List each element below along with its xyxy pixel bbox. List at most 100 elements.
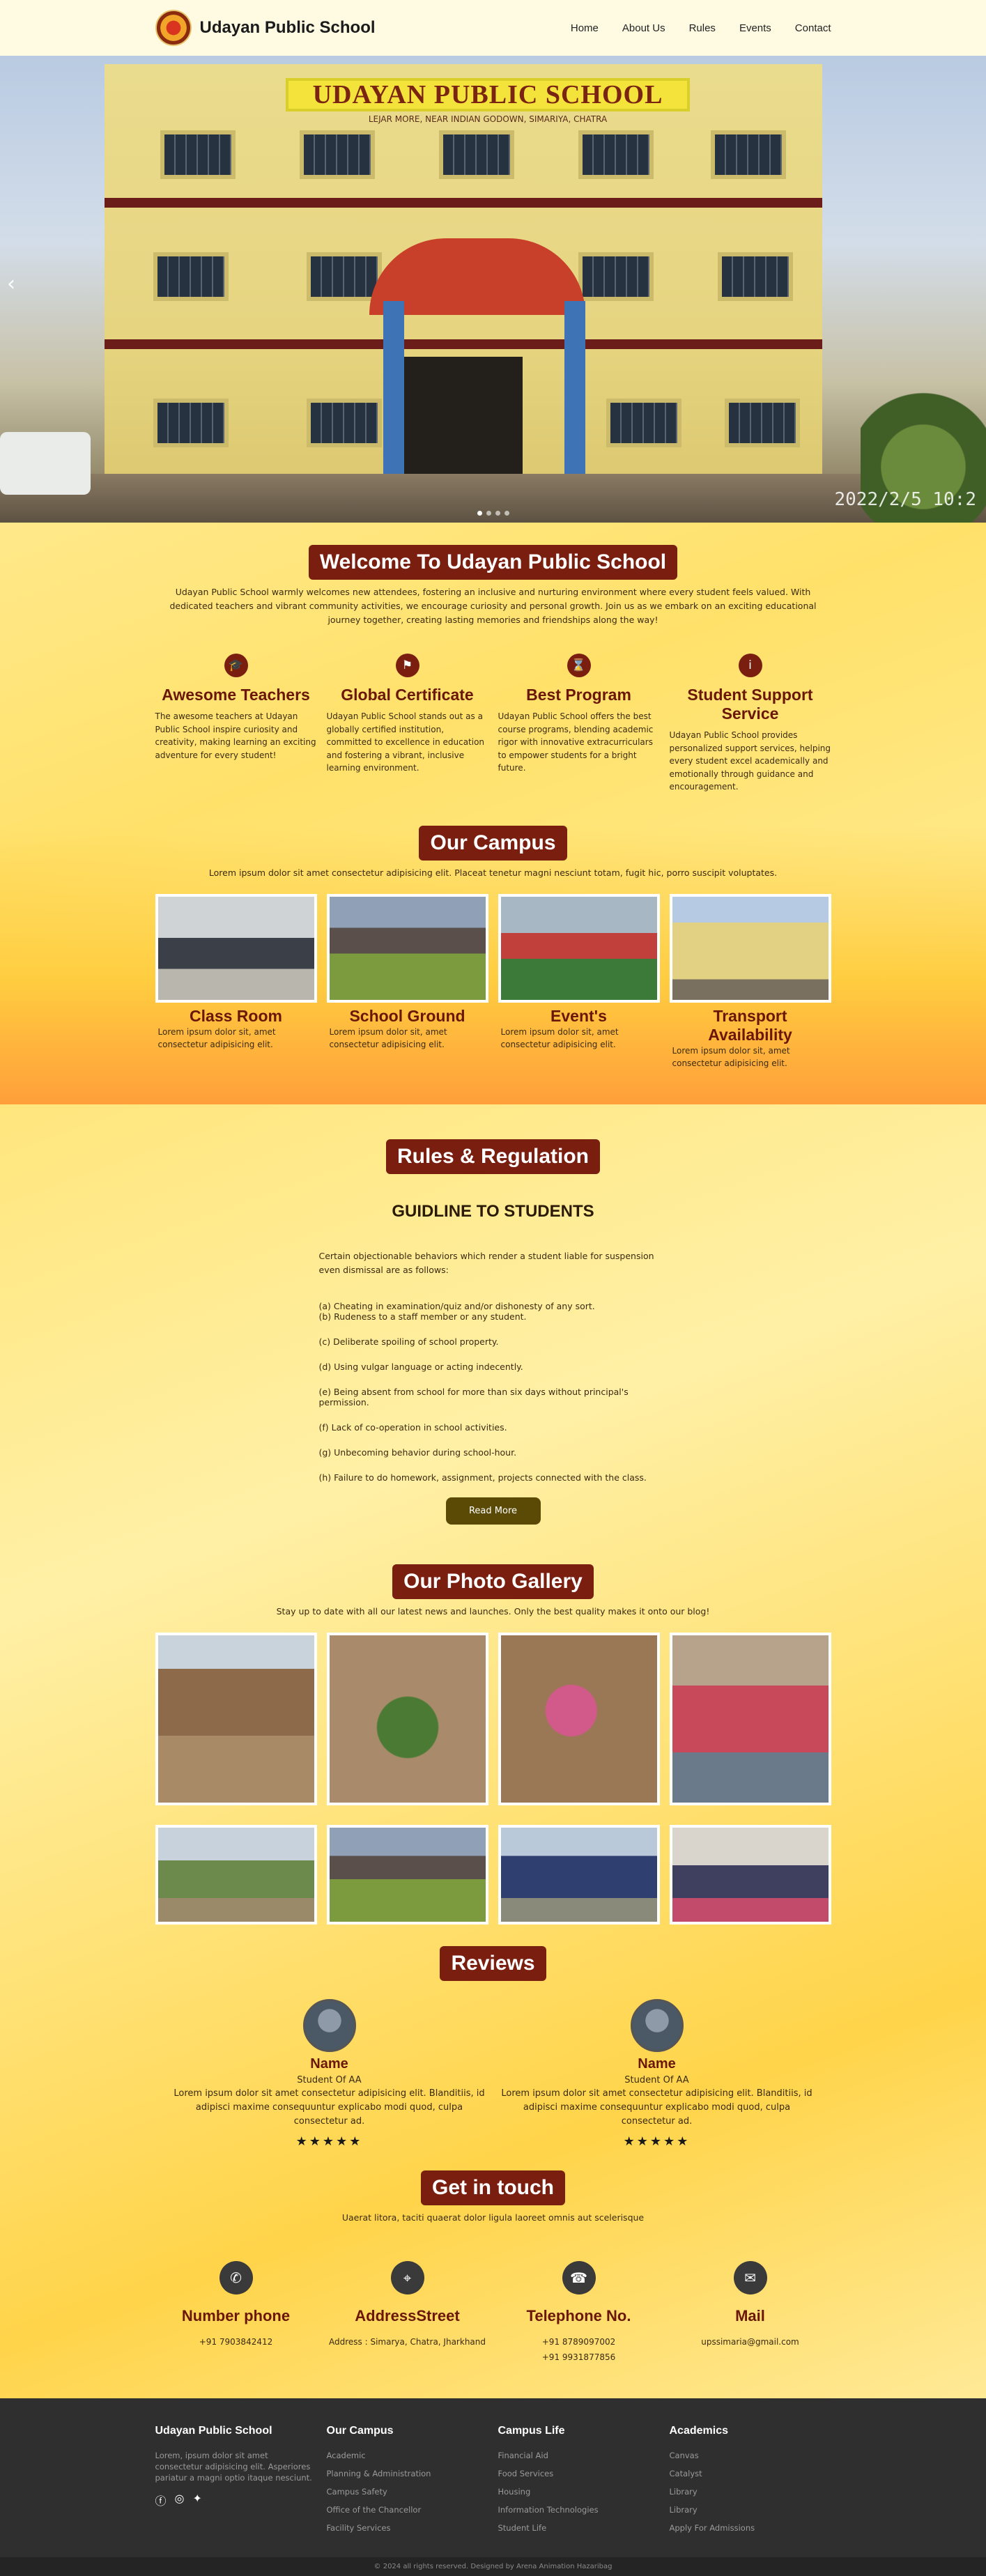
nav-about[interactable]: About Us (622, 22, 665, 34)
footer-link[interactable]: Planning & Administration (327, 2468, 488, 2479)
contact-telephone[interactable]: +91 8789097002 (542, 2337, 616, 2347)
rule-item: (b) Rudeness to a staff member or any st… (318, 1311, 527, 1322)
campus-card-text: Lorem ipsum dolor sit, amet consectetur … (500, 1027, 619, 1049)
footer-col-campus-life: Campus Life Financial Aid Food Services … (498, 2425, 660, 2540)
footer-col-campus: Our Campus Academic Planning & Administr… (327, 2425, 488, 2540)
rules-list: (a) Cheating in examination/quiz and/or … (319, 1301, 668, 1483)
window (606, 399, 681, 447)
contact-text: Uaerat litora, taciti quaerat dolor ligu… (341, 2212, 645, 2223)
reviewer-avatar (630, 1999, 684, 2052)
copyright: © 2024 all rights reserved. Designed by … (0, 2557, 986, 2576)
gallery-photo[interactable] (326, 1825, 488, 1925)
nav-contact[interactable]: Contact (795, 22, 831, 34)
footer-link[interactable]: Facility Services (327, 2522, 488, 2533)
reviewer-avatar (302, 1999, 356, 2052)
phone-icon: ✆ (219, 2261, 253, 2295)
campus-card[interactable]: Class Room Lorem ipsum dolor sit, amet c… (155, 894, 317, 1070)
graduation-cap-icon: 🎓 (224, 654, 248, 677)
campus-card-text: Lorem ipsum dolor sit, amet consectetur … (157, 1027, 276, 1049)
footer-link[interactable]: Library (670, 2486, 831, 2497)
carousel-dot[interactable] (504, 511, 509, 516)
campus-card[interactable]: School Ground Lorem ipsum dolor sit, ame… (326, 894, 488, 1070)
transport-photo (669, 894, 831, 1003)
instagram-icon[interactable]: ◎ (175, 2492, 185, 2508)
facebook-icon[interactable]: ⓕ (155, 2492, 167, 2508)
window (711, 130, 786, 179)
window (160, 130, 236, 179)
carousel-dot[interactable] (486, 511, 491, 516)
contact-email[interactable]: upssimaria@gmail.com (701, 2337, 799, 2347)
window (578, 252, 654, 301)
building-sign-address: LEJAR MORE, NEAR INDIAN GODOWN, SIMARIYA… (368, 114, 608, 124)
gallery-photo[interactable] (498, 1825, 660, 1925)
window (307, 399, 382, 447)
footer-link[interactable]: Financial Aid (498, 2450, 660, 2461)
gallery-photo[interactable] (669, 1825, 831, 1925)
window (578, 130, 654, 179)
read-more-button[interactable]: Read More (445, 1497, 541, 1525)
nav-home[interactable]: Home (571, 22, 599, 34)
reviews-title: Reviews (440, 1946, 546, 1981)
gallery-photo[interactable] (155, 1825, 317, 1925)
footer-link[interactable]: Food Services (498, 2468, 660, 2479)
carousel-dot[interactable] (495, 511, 500, 516)
contact-item-title: Telephone No. (526, 2307, 631, 2324)
feature-text: Udayan Public School offers the best cou… (498, 711, 654, 773)
footer-about: Udayan Public School Lorem, ipsum dolor … (155, 2425, 317, 2540)
reviewer-role: Student Of AA (624, 2075, 689, 2085)
campus-card-title: Transport Availability (708, 1007, 792, 1044)
welcome-text: Udayan Public School warmly welcomes new… (169, 587, 817, 625)
contact-section: Get in touch Uaerat litora, taciti quaer… (0, 2157, 986, 2398)
twitter-icon[interactable]: ✦ (192, 2492, 201, 2508)
nav-events[interactable]: Events (739, 22, 771, 34)
window (439, 130, 514, 179)
footer-link[interactable]: Information Technologies (498, 2504, 660, 2515)
gallery-photo[interactable] (498, 1633, 660, 1805)
floor-band (105, 339, 822, 349)
footer-link[interactable]: Office of the Chancellor (327, 2504, 488, 2515)
reviewer-name: Name (638, 2056, 676, 2072)
feature-text: Udayan Public School stands out as a glo… (326, 711, 485, 773)
reviewer-name: Name (310, 2056, 348, 2072)
carousel-prev-icon[interactable]: ‹ (7, 272, 15, 296)
footer-link[interactable]: Academic (327, 2450, 488, 2461)
contact-item: ⌖ AddressStreet Address : Simarya, Chatr… (327, 2261, 488, 2365)
feature-item: ⚑ Global Certificate Udayan Public Schoo… (327, 654, 488, 794)
feature-title: Best Program (526, 686, 631, 704)
rule-item: (e) Being absent from school for more th… (318, 1387, 629, 1407)
footer-link[interactable]: Student Life (498, 2522, 660, 2533)
contact-item-title: Mail (735, 2307, 765, 2324)
floor-band (105, 198, 822, 208)
footer-link[interactable]: Catalyst (670, 2468, 831, 2479)
campus-card[interactable]: Transport Availability Lorem ipsum dolor… (669, 894, 831, 1070)
footer-link[interactable]: Library (670, 2504, 831, 2515)
events-photo (498, 894, 660, 1003)
hero-carousel: UDAYAN PUBLIC SCHOOL LEJAR MORE, NEAR IN… (0, 56, 986, 523)
contact-item-title: AddressStreet (355, 2307, 460, 2324)
rule-item: (g) Unbecoming behavior during school-ho… (318, 1447, 517, 1458)
footer-link[interactable]: Canvas (670, 2450, 831, 2461)
campus-card[interactable]: Event's Lorem ipsum dolor sit, amet cons… (498, 894, 660, 1070)
campus-title: Our Campus (419, 826, 567, 861)
gallery-photo[interactable] (326, 1633, 488, 1805)
contact-telephone[interactable]: +91 9931877856 (542, 2352, 616, 2362)
gallery-photo[interactable] (669, 1633, 831, 1805)
nav-rules[interactable]: Rules (689, 22, 716, 34)
campus-card-text: Lorem ipsum dolor sit, amet consectetur … (329, 1027, 447, 1049)
brand[interactable]: Udayan Public School (155, 10, 376, 46)
review-text: Lorem ipsum dolor sit amet consectetur a… (501, 2088, 812, 2127)
rules-heading: GUIDLINE TO STUDENTS (392, 1202, 594, 1221)
gallery-section: Our Photo Gallery Stay up to date with a… (0, 1536, 986, 1927)
footer-link[interactable]: Apply For Admissions (670, 2522, 831, 2533)
footer-link[interactable]: Housing (498, 2486, 660, 2497)
window (725, 399, 800, 447)
footer-link[interactable]: Campus Safety (327, 2486, 488, 2497)
contact-list: ✆ Number phone +91 7903842412 ⌖ AddressS… (155, 2261, 831, 2365)
carousel-dot[interactable] (477, 511, 482, 516)
reviewer-role: Student Of AA (297, 2075, 362, 2085)
window (153, 252, 229, 301)
rule-item: (h) Failure to do homework, assignment, … (318, 1472, 647, 1483)
gallery-photo[interactable] (155, 1633, 317, 1805)
contact-phone[interactable]: +91 7903842412 (199, 2337, 273, 2347)
feature-text: Udayan Public School provides personaliz… (669, 730, 831, 792)
